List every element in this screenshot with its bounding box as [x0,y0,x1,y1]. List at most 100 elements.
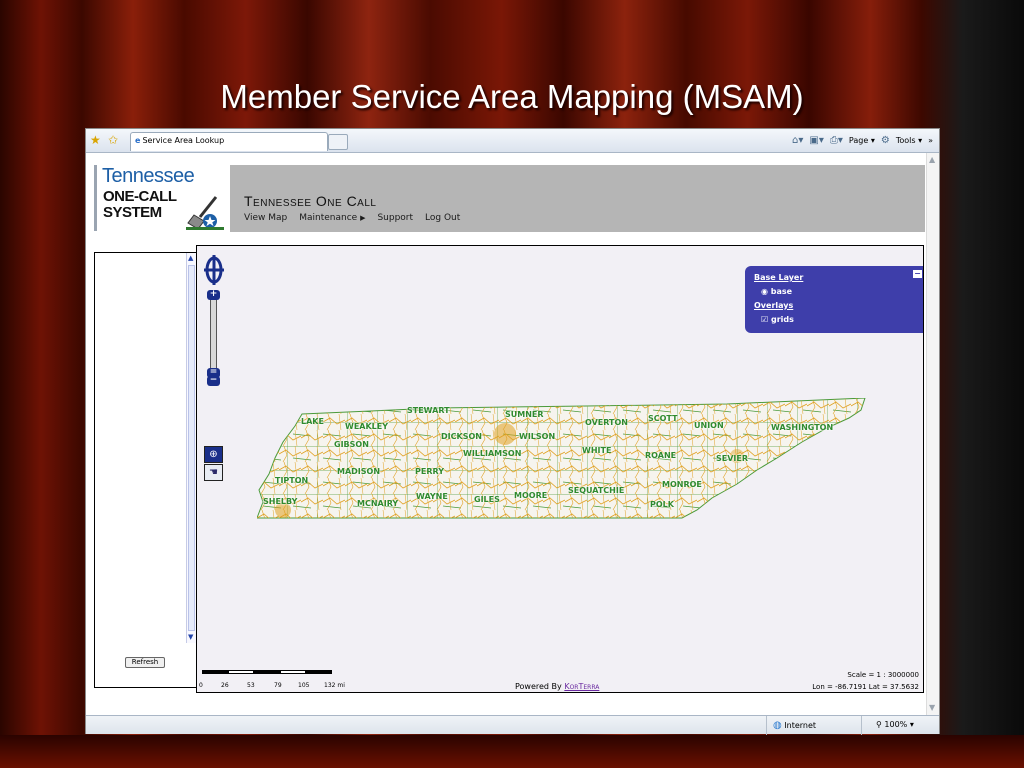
map-tools: ⊕ ☚ [204,446,223,482]
shovel-icon [186,196,224,230]
county-label: WEAKLEY [345,422,389,431]
scale-tick: 79 [274,682,282,689]
county-label: TIPTON [275,476,309,485]
zoom-slider[interactable]: + = − [207,290,220,386]
checkbox-icon[interactable]: ☑ [761,315,768,324]
logo-divider [94,165,97,231]
county-label: MADISON [337,467,381,476]
scroll-up-icon[interactable]: ▲ [188,254,193,262]
browser-tab[interactable]: e Service Area Lookup [130,132,328,151]
pan-hand-icon[interactable]: ☚ [204,464,223,481]
base-layer-header: Base Layer [754,273,804,282]
browser-window: ★ ✩ e Service Area Lookup ⌂▾ ▣▾ ⎙▾ Page ▾… [85,128,940,735]
county-label: MOORE [514,491,548,500]
grids-overlay-option[interactable]: ☑ grids [761,315,794,324]
grids-label: grids [770,315,794,324]
scroll-down-icon[interactable]: ▼ [929,703,935,712]
browser-toolbar: ★ ✩ e Service Area Lookup ⌂▾ ▣▾ ⎙▾ Page ▾… [86,129,939,153]
feeds-icon[interactable]: ▣▾ [809,135,823,146]
new-tab-button[interactable] [328,134,348,150]
zoom-indicator[interactable]: ⚲ 100% ▾ [861,716,939,735]
scale-tick: 105 [298,682,310,689]
county-label: WASHINGTON [771,423,834,432]
page-menu[interactable]: Page ▾ [849,136,875,145]
scale-segment [306,670,332,674]
minimize-icon[interactable]: − [913,270,922,278]
pan-control-icon[interactable] [202,252,226,288]
county-label: SEVIER [716,454,749,463]
county-label: GIBSON [334,440,369,449]
ie-page-icon: e [135,136,141,145]
zoom-in-icon[interactable]: + [207,290,220,300]
nav-maintenance-label: Maintenance [299,213,358,223]
chevron-down-icon[interactable]: ▾ [910,720,914,729]
nav-log-out[interactable]: Log Out [425,213,460,223]
logo-system: SYSTEM [103,204,162,221]
stage-floor [0,735,1024,768]
nav-maintenance[interactable]: Maintenance ▶ [299,213,365,223]
zoom-track[interactable] [210,298,217,378]
nav-view-map[interactable]: View Map [244,213,287,223]
command-bar: ⌂▾ ▣▾ ⎙▾ Page ▾ ⚙ Tools ▾ » [792,135,933,146]
add-favorites-icon[interactable]: ✩ [108,133,118,147]
scale-tick: 132 mi [324,682,345,689]
powered-prefix: Powered By [515,682,565,691]
base-layer-label: base [770,287,793,296]
county-label: LAKE [301,417,324,426]
layer-switcher: − Base Layer ◉ base Overlays ☑ grids [745,266,923,333]
base-layer-option[interactable]: ◉ base [761,287,792,296]
scale-segment [202,670,228,674]
county-label: DICKSON [441,432,482,441]
tn-one-call-logo: Tennessee ONE-CALL SYSTEM [94,165,230,233]
browser-status-bar: ◍ Internet ⚲ 100% ▾ [86,715,939,735]
county-label: SCOTT [648,414,678,423]
app-title: Tennessee One Call [244,193,377,209]
zoom-out-icon[interactable]: − [207,376,220,386]
globe-icon: ◍ [773,720,782,731]
favorites-star-icon[interactable]: ★ [90,133,101,147]
zoom-box-icon[interactable]: ⊕ [204,446,223,463]
county-label: POLK [650,500,674,509]
county-label: SUMNER [505,410,544,419]
scroll-thumb[interactable] [188,265,195,631]
results-panel: ▲ ▼ Refresh [94,252,197,688]
county-label: STEWART [407,406,450,415]
print-icon[interactable]: ⎙▾ [830,135,843,146]
county-label: WILSON [519,432,556,441]
tennessee-map [257,398,866,519]
scroll-down-icon[interactable]: ▼ [188,633,193,641]
scale-tick: 26 [221,682,229,689]
zone-indicator[interactable]: ◍ Internet [766,716,861,735]
map-viewport[interactable]: + = − ⊕ ☚ − Base Layer ◉ base Overlays ☑… [196,245,924,693]
home-icon[interactable]: ⌂▾ [792,135,803,146]
main-nav: View Map Maintenance ▶ Support Log Out [244,213,460,223]
scale-tick: 53 [247,682,255,689]
county-label: MONROE [662,480,702,489]
mouse-position: Lon = -86.7191 Lat = 37.5632 [812,683,919,691]
scale-tick: 0 [199,682,203,689]
logo-tennessee: Tennessee [102,165,195,187]
page-scrollbar[interactable]: ▲ ▼ [926,153,939,715]
scale-segment [228,670,254,674]
nav-support[interactable]: Support [377,213,413,223]
chevron-more-icon[interactable]: » [928,136,933,145]
results-scrollbar[interactable]: ▲ ▼ [186,253,196,643]
county-label: MCNAIRY [357,499,399,508]
tools-gear-icon: ⚙ [880,135,890,146]
county-label: GILES [474,495,500,504]
zoom-level: 100% [884,720,908,729]
tab-label: Service Area Lookup [142,136,225,145]
refresh-button[interactable]: Refresh [125,657,165,668]
county-label: UNION [694,421,724,430]
county-label: SHELBY [263,497,298,506]
zone-label: Internet [784,721,817,730]
scroll-up-icon[interactable]: ▲ [929,155,935,164]
county-label: SEQUATCHIE [568,486,625,495]
overlays-header: Overlays [754,301,794,310]
caret-right-icon: ▶ [360,214,366,222]
tools-menu[interactable]: Tools ▾ [896,136,922,145]
korterra-link[interactable]: KorTerra [564,682,599,691]
radio-icon[interactable]: ◉ [761,287,768,296]
county-label: ROANE [645,451,677,460]
county-label: WAYNE [416,492,448,501]
